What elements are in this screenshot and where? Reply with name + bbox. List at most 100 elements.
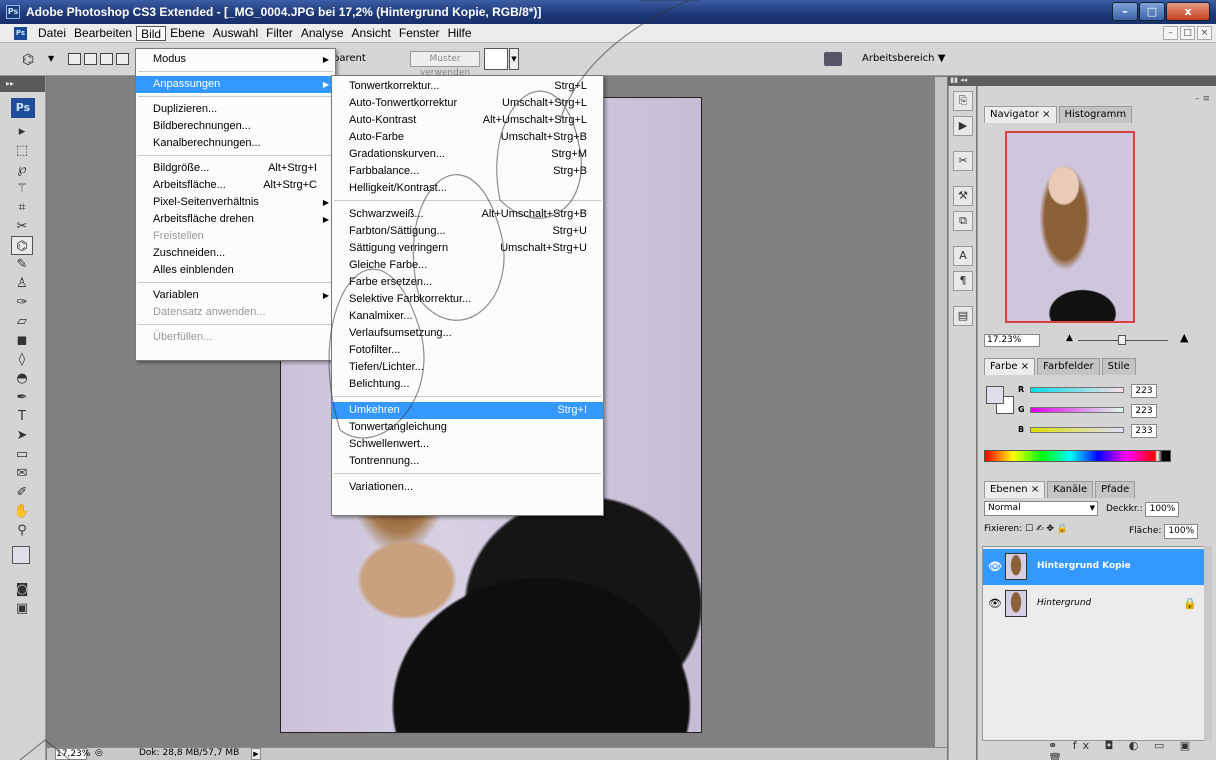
brush-tool-icon[interactable]: ✎ <box>11 255 33 274</box>
slider-value-field[interactable]: 223 <box>1131 384 1157 398</box>
menu-item-schwarzweiß[interactable]: Schwarzweiß... Alt+Umschalt+Strg+B <box>332 206 603 223</box>
color-swatches[interactable] <box>12 546 38 572</box>
status-menu-icon[interactable]: ◎ <box>95 748 103 758</box>
screen-mode-icon[interactable]: ▣ <box>11 599 33 618</box>
status-arrow-button[interactable]: ▶ <box>251 748 261 760</box>
menu-bild[interactable]: Bild <box>136 26 167 41</box>
menu-item-selektive-farbkorrektur[interactable]: Selektive Farbkorrektur... <box>332 291 603 308</box>
lock-icons[interactable]: ☐ ✍ ✥ 🔒 <box>1025 524 1068 534</box>
color-foreground-swatch[interactable] <box>986 386 1004 404</box>
navigator-zoom-slider[interactable] <box>1078 335 1168 345</box>
menu-item-farbe-ersetzen[interactable]: Farbe ersetzen... <box>332 274 603 291</box>
tab-histogram[interactable]: Histogramm <box>1058 106 1133 123</box>
menu-hilfe[interactable]: Hilfe <box>444 26 476 41</box>
menu-item-variablen[interactable]: Variablen ▶ <box>136 287 335 304</box>
maximize-button[interactable]: □ <box>1139 2 1165 21</box>
menu-ansicht[interactable]: Ansicht <box>348 26 395 41</box>
menu-item-umkehren[interactable]: Umkehren Strg+I <box>332 402 603 419</box>
tab-color[interactable]: Farbe × <box>984 358 1036 375</box>
subtract-selection-icon[interactable] <box>100 53 113 65</box>
clone-source-icon[interactable]: ⧉ <box>953 211 973 231</box>
slider-track[interactable] <box>1030 387 1124 393</box>
slider-g[interactable]: G 223 <box>1018 404 1208 418</box>
crop-tool-icon[interactable]: ⌗ <box>11 198 33 217</box>
use-pattern-button[interactable]: Muster verwenden <box>410 51 480 78</box>
history-icon[interactable]: ⎘ <box>953 91 973 111</box>
menu-item-auto-kontrast[interactable]: Auto-Kontrast Alt+Umschalt+Strg+L <box>332 112 603 129</box>
transparent-label[interactable]: parent <box>333 53 366 64</box>
menu-item-bildberechnungen[interactable]: Bildberechnungen... <box>136 118 335 135</box>
blur-tool-icon[interactable]: ◊ <box>11 350 33 369</box>
document-icon[interactable]: Ps <box>14 27 27 40</box>
vertical-scrollbar[interactable] <box>935 77 947 747</box>
hand-tool-icon[interactable]: ✋ <box>11 502 33 521</box>
slider-track[interactable] <box>1030 427 1124 433</box>
magic-wand-tool-icon[interactable]: ⚚ <box>11 179 33 198</box>
close-button[interactable]: x <box>1166 2 1210 21</box>
layer-row[interactable]: 👁 Hintergrund 🔒 <box>983 586 1209 622</box>
menu-item-pixel-seitenverhältnis[interactable]: Pixel-Seitenverhältnis ▶ <box>136 194 335 211</box>
navigator-zoom-field[interactable]: 17.23% <box>984 334 1040 347</box>
menu-item-helligkeit-kontrast[interactable]: Helligkeit/Kontrast... <box>332 180 603 197</box>
menu-item-bildgröße[interactable]: Bildgröße... Alt+Strg+I <box>136 160 335 177</box>
fill-field[interactable]: 100% <box>1164 524 1199 539</box>
layer-row[interactable]: 👁 Hintergrund Kopie <box>983 549 1209 585</box>
layers-scrollbar[interactable] <box>1204 546 1212 741</box>
intersect-selection-icon[interactable] <box>116 53 129 65</box>
tool-presets-icon[interactable]: ✂ <box>953 151 973 171</box>
menu-item-duplizieren[interactable]: Duplizieren... <box>136 101 335 118</box>
menu-item-schwellenwert[interactable]: Schwellenwert... <box>332 436 603 453</box>
menu-item-tonwertangleichung[interactable]: Tonwertangleichung <box>332 419 603 436</box>
eye-icon[interactable]: 👁 <box>988 597 1002 610</box>
patch-tool-icon[interactable]: ⌬ <box>22 52 34 68</box>
slider-b[interactable]: B 233 <box>1018 424 1208 438</box>
menu-item-alles-einblenden[interactable]: Alles einblenden <box>136 262 335 279</box>
menu-item-tiefen-lichter[interactable]: Tiefen/Lichter... <box>332 359 603 376</box>
tab-navigator[interactable]: Navigator × <box>984 106 1057 123</box>
pattern-dropdown-icon[interactable]: ▼ <box>509 48 519 70</box>
tool-preset-dropdown-icon[interactable]: ▼ <box>48 54 54 63</box>
color-spectrum[interactable] <box>984 450 1171 462</box>
paragraph-icon[interactable]: ¶ <box>953 271 973 291</box>
brushes-icon[interactable]: ⚒ <box>953 186 973 206</box>
menu-item-auto-tonwertkorrektur[interactable]: Auto-Tonwertkorrektur Umschalt+Strg+L <box>332 95 603 112</box>
eye-icon[interactable]: 👁 <box>988 560 1002 573</box>
menu-item-auto-farbe[interactable]: Auto-Farbe Umschalt+Strg+B <box>332 129 603 146</box>
menu-item-zuschneiden[interactable]: Zuschneiden... <box>136 245 335 262</box>
type-tool-icon[interactable]: T <box>11 407 33 426</box>
menu-item-arbeitsfläche-drehen[interactable]: Arbeitsfläche drehen ▶ <box>136 211 335 228</box>
slider-track[interactable] <box>1030 407 1124 413</box>
menu-item-farbbalance[interactable]: Farbbalance... Strg+B <box>332 163 603 180</box>
menu-filter[interactable]: Filter <box>262 26 297 41</box>
zoom-tool-icon[interactable]: ⚲ <box>11 521 33 540</box>
tab-layers[interactable]: Ebenen × <box>984 481 1046 498</box>
menu-item-kanalmixer[interactable]: Kanalmixer... <box>332 308 603 325</box>
eyedropper-tool-icon[interactable]: ✐ <box>11 483 33 502</box>
stamp-tool-icon[interactable]: ♙ <box>11 274 33 293</box>
menu-item-modus[interactable]: Modus ▶ <box>136 51 335 68</box>
zoom-out-icon[interactable]: ▲ <box>1066 333 1073 343</box>
menu-item-farbton-sättigung[interactable]: Farbton/Sättigung... Strg+U <box>332 223 603 240</box>
menu-item-variationen[interactable]: Variationen... <box>332 479 603 496</box>
character-icon[interactable]: A <box>953 246 973 266</box>
zoom-field[interactable]: 17,23% <box>55 748 90 760</box>
add-selection-icon[interactable] <box>84 53 97 65</box>
navigator-panel-menu-icon[interactable]: – ≡ <box>1195 94 1210 104</box>
blend-mode-select[interactable]: Normal ▼ <box>984 501 1098 516</box>
menu-item-tontrennung[interactable]: Tontrennung... <box>332 453 603 470</box>
doc-restore-button[interactable]: □ <box>1180 26 1195 40</box>
notes-tool-icon[interactable]: ✉ <box>11 464 33 483</box>
menu-item-anpassungen[interactable]: Anpassungen ▶ <box>136 76 335 93</box>
tab-styles[interactable]: Stile <box>1101 358 1136 375</box>
layer-footer-icons[interactable]: ⚭ fx ◘ ◐ ▭ ▣ 🗑 <box>1048 739 1216 760</box>
workspace-menu[interactable]: Arbeitsbereich ▼ <box>862 53 945 64</box>
panel-dock-header[interactable]: ▮▮ ◂◂ <box>948 76 1216 86</box>
menu-item-belichtung[interactable]: Belichtung... <box>332 376 603 393</box>
menu-datei[interactable]: Datei <box>34 26 70 41</box>
path-select-tool-icon[interactable]: ➤ <box>11 426 33 445</box>
bridge-icon[interactable] <box>824 52 842 66</box>
slider-knob[interactable] <box>1118 335 1126 345</box>
menu-ebene[interactable]: Ebene <box>166 26 209 41</box>
gradient-tool-icon[interactable]: ◼ <box>11 331 33 350</box>
slider-value-field[interactable]: 233 <box>1131 424 1157 438</box>
